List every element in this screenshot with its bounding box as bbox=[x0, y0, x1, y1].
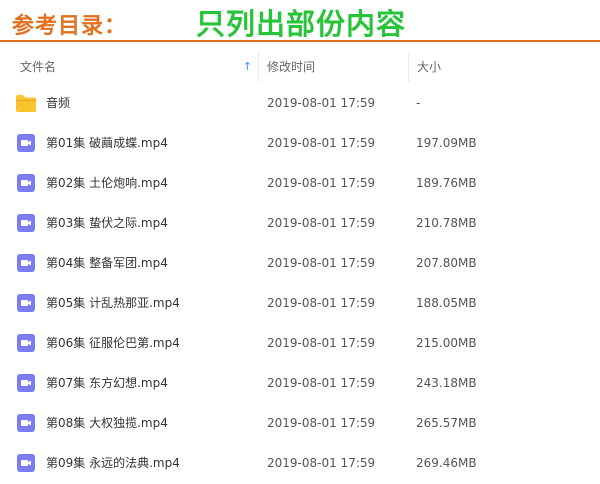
file-name[interactable]: 第04集 整备军团.mp4 bbox=[46, 243, 168, 283]
file-size: 197.09MB bbox=[416, 136, 477, 150]
file-size: 189.76MB bbox=[416, 176, 477, 190]
file-name[interactable]: 第09集 永远的法典.mp4 bbox=[46, 443, 180, 483]
folder-icon bbox=[16, 94, 36, 112]
file-row[interactable]: 第04集 整备军团.mp4 2019-08-01 17:59 207.80MB bbox=[12, 243, 484, 283]
file-name[interactable]: 第01集 破繭成蝶.mp4 bbox=[46, 123, 168, 163]
file-modified: 2019-08-01 17:59 bbox=[267, 296, 376, 310]
column-header-modified[interactable]: 修改时间 bbox=[258, 52, 408, 82]
banner-note: 只列出部份内容 bbox=[196, 7, 407, 41]
column-header-size[interactable]: 大小 bbox=[408, 52, 484, 82]
folder-row[interactable]: 音频 2019-08-01 17:59 - bbox=[12, 83, 484, 123]
video-file-icon bbox=[16, 294, 36, 312]
column-header-size-label: 大小 bbox=[417, 60, 442, 74]
file-name[interactable]: 第03集 蛰伏之际.mp4 bbox=[46, 203, 168, 243]
column-header-name-label: 文件名 bbox=[20, 60, 57, 74]
file-size: 243.18MB bbox=[416, 376, 477, 390]
sort-up-arrow-icon[interactable]: ↑ bbox=[243, 52, 252, 82]
file-size: 210.78MB bbox=[416, 216, 477, 230]
video-file-icon bbox=[16, 254, 36, 272]
file-row[interactable]: 第07集 东方幻想.mp4 2019-08-01 17:59 243.18MB bbox=[12, 363, 484, 403]
file-modified: 2019-08-01 17:59 bbox=[267, 216, 376, 230]
file-name[interactable]: 第08集 大权独揽.mp4 bbox=[46, 403, 168, 443]
file-modified: 2019-08-01 17:59 bbox=[267, 416, 376, 430]
video-file-icon bbox=[16, 414, 36, 432]
file-row[interactable]: 第09集 永远的法典.mp4 2019-08-01 17:59 269.46MB bbox=[12, 443, 484, 483]
column-header-modified-label: 修改时间 bbox=[267, 60, 316, 74]
file-size: 215.00MB bbox=[416, 336, 477, 350]
file-modified: 2019-08-01 17:59 bbox=[267, 136, 376, 150]
file-row[interactable]: 第08集 大权独揽.mp4 2019-08-01 17:59 265.57MB bbox=[12, 403, 484, 443]
video-file-icon bbox=[16, 214, 36, 232]
video-file-icon bbox=[16, 174, 36, 192]
file-name[interactable]: 第02集 土伦炮响.mp4 bbox=[46, 163, 168, 203]
video-file-icon bbox=[16, 134, 36, 152]
video-file-icon bbox=[16, 334, 36, 352]
file-modified: 2019-08-01 17:59 bbox=[267, 176, 376, 190]
banner: 参考目录： 只列出部份内容 bbox=[0, 0, 600, 42]
file-row[interactable]: 第03集 蛰伏之际.mp4 2019-08-01 17:59 210.78MB bbox=[12, 203, 484, 243]
file-row[interactable]: 第05集 计乱热那亚.mp4 2019-08-01 17:59 188.05MB bbox=[12, 283, 484, 323]
video-file-icon bbox=[16, 374, 36, 392]
file-name[interactable]: 第06集 征服伦巴第.mp4 bbox=[46, 323, 180, 363]
file-row[interactable]: 第02集 土伦炮响.mp4 2019-08-01 17:59 189.76MB bbox=[12, 163, 484, 203]
video-file-icon bbox=[16, 454, 36, 472]
file-name[interactable]: 第05集 计乱热那亚.mp4 bbox=[46, 283, 180, 323]
file-size: 265.57MB bbox=[416, 416, 477, 430]
file-size: 207.80MB bbox=[416, 256, 477, 270]
file-name[interactable]: 第07集 东方幻想.mp4 bbox=[46, 363, 168, 403]
file-size: 188.05MB bbox=[416, 296, 477, 310]
file-row[interactable]: 第06集 征服伦巴第.mp4 2019-08-01 17:59 215.00MB bbox=[12, 323, 484, 363]
column-header-name[interactable]: 文件名 ↑ bbox=[12, 52, 258, 82]
file-modified: 2019-08-01 17:59 bbox=[267, 376, 376, 390]
file-size: 269.46MB bbox=[416, 456, 477, 470]
file-modified: 2019-08-01 17:59 bbox=[267, 256, 376, 270]
file-modified: 2019-08-01 17:59 bbox=[267, 456, 376, 470]
banner-title: 参考目录： bbox=[12, 13, 128, 39]
file-name[interactable]: 音频 bbox=[46, 83, 70, 123]
file-modified: 2019-08-01 17:59 bbox=[267, 336, 376, 350]
file-modified: 2019-08-01 17:59 bbox=[267, 96, 376, 110]
file-size: - bbox=[416, 96, 421, 110]
file-row[interactable]: 第01集 破繭成蝶.mp4 2019-08-01 17:59 197.09MB bbox=[12, 123, 484, 163]
file-list-header: 文件名 ↑ 修改时间 大小 bbox=[12, 52, 484, 82]
